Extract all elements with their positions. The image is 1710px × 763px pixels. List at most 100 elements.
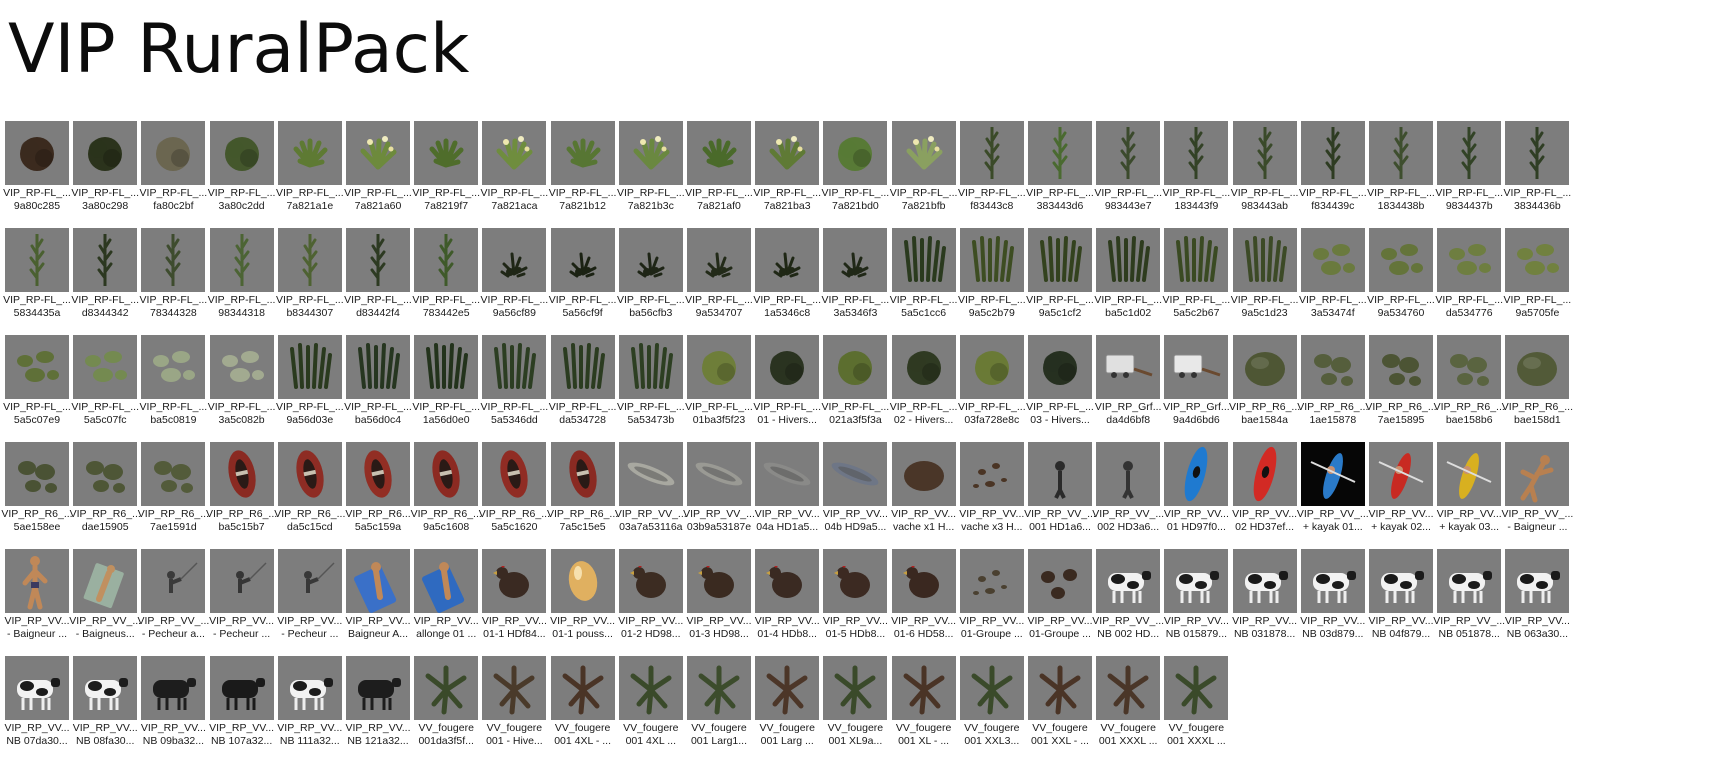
file-item[interactable]: VV_fougere 001 XL - ... (887, 656, 961, 760)
file-item[interactable]: VIP_RP_VV... 01-6 HD58... (887, 549, 961, 653)
file-item[interactable]: VV_fougere 001 XL9a... (818, 656, 892, 760)
file-item[interactable]: VIP_RP-FL_... 7a821a60 (341, 121, 415, 225)
file-item[interactable]: VIP_RP_VV... vache x1 H... (887, 442, 961, 546)
file-item[interactable]: VIP_RP_VV... NB 04f879... (1364, 549, 1438, 653)
file-item[interactable]: VIP_RP_VV... NB 08fa30... (68, 656, 142, 760)
file-item[interactable]: VIP_RP-FL_... 9a534760 (1364, 228, 1438, 332)
file-item[interactable]: VV_fougere 001 4XL ... (614, 656, 688, 760)
file-item[interactable]: VIP_RP_Grf... da4d6bf8 (1091, 335, 1165, 439)
file-item[interactable]: VIP_RP-FL_... ba56cfb3 (614, 228, 688, 332)
file-item[interactable]: VV_fougere 001 XXXL ... (1159, 656, 1233, 760)
file-item[interactable]: VIP_RP-FL_... 7a821bfb (887, 121, 961, 225)
file-item[interactable]: VIP_RP-FL_... b8344307 (273, 228, 347, 332)
file-item[interactable]: VIP_RP_VV... Baigneur A... (341, 549, 415, 653)
file-item[interactable]: VIP_RP_VV_... NB 002 HD... (1091, 549, 1165, 653)
file-item[interactable]: VIP_RP_VV... NB 07da30... (0, 656, 74, 760)
file-item[interactable]: VIP_RP-FL_... 7a821b3c (614, 121, 688, 225)
file-item[interactable]: VIP_RP-FL_... 383443d6 (1023, 121, 1097, 225)
file-item[interactable]: VIP_RP_VV_... 03b9a53187e (682, 442, 756, 546)
file-item[interactable]: VIP_RP-FL_... 021a3f5f3a (818, 335, 892, 439)
file-item[interactable]: VIP_RP-FL_... 783442e5 (409, 228, 483, 332)
file-item[interactable]: VIP_RP_VV... 04a HD1a5... (750, 442, 824, 546)
file-item[interactable]: VIP_RP_R6_... 5ae158ee (0, 442, 74, 546)
file-item[interactable]: VIP_RP-FL_... ba5c0819 (136, 335, 210, 439)
file-item[interactable]: VIP_RP_R6_... da5c15cd (273, 442, 347, 546)
file-item[interactable]: VIP_RP-FL_... 9a5c1d23 (1228, 228, 1302, 332)
file-item[interactable]: VIP_RP-FL_... f834439c (1296, 121, 1370, 225)
file-item[interactable]: VIP_RP_VV... NB 121a32... (341, 656, 415, 760)
file-item[interactable]: VIP_RP_VV... NB 015879... (1159, 549, 1233, 653)
file-item[interactable]: VIP_RP_VV... 01 HD97f0... (1159, 442, 1233, 546)
file-item[interactable]: VIP_RP_VV... 01-1 HDf84... (477, 549, 551, 653)
file-item[interactable]: VIP_RP_R6_... 1ae15878 (1296, 335, 1370, 439)
file-item[interactable]: VIP_RP_VV... 04b HD9a5... (818, 442, 892, 546)
file-item[interactable]: VIP_RP_VV_... + kayak 01... (1296, 442, 1370, 546)
file-item[interactable]: VV_fougere 001 Larg ... (750, 656, 824, 760)
file-item[interactable]: VIP_RP-FL_... 3a80c2dd (205, 121, 279, 225)
file-item[interactable]: VIP_RP-FL_... 183443f9 (1159, 121, 1233, 225)
file-item[interactable]: VIP_RP-FL_... 03fa728e8c (955, 335, 1029, 439)
file-item[interactable]: VIP_RP_R6_... 5a5c1620 (477, 442, 551, 546)
file-item[interactable]: VIP_RP-FL_... 78344328 (136, 228, 210, 332)
file-item[interactable]: VIP_RP-FL_... 5a5346dd (477, 335, 551, 439)
file-item[interactable]: VIP_RP_VV... vache x3 H... (955, 442, 1029, 546)
file-item[interactable]: VIP_RP_VV... + kayak 02... (1364, 442, 1438, 546)
file-item[interactable]: VIP_RP-FL_... d8344342 (68, 228, 142, 332)
file-item[interactable]: VIP_RP_VV... + kayak 03... (1432, 442, 1506, 546)
file-item[interactable]: VIP_RP_VV_... NB 051878... (1432, 549, 1506, 653)
file-item[interactable]: VIP_RP_VV... - Pecheur ... (205, 549, 279, 653)
file-item[interactable]: VIP_RP_R6_... bae158b6 (1432, 335, 1506, 439)
file-item[interactable]: VV_fougere 001 XXXL ... (1091, 656, 1165, 760)
file-item[interactable]: VIP_RP-FL_... ba5c1d02 (1091, 228, 1165, 332)
file-item[interactable]: VIP_RP-FL_... 5a5c07fc (68, 335, 142, 439)
file-item[interactable]: VIP_RP-FL_... 1a5346c8 (750, 228, 824, 332)
file-item[interactable]: VIP_RP-FL_... 9a56d03e (273, 335, 347, 439)
file-item[interactable]: VIP_RP-FL_... 01ba3f5f23 (682, 335, 756, 439)
file-item[interactable]: VIP_RP-FL_... 9a5c1cf2 (1023, 228, 1097, 332)
file-item[interactable]: VIP_RP-FL_... 3a5346f3 (818, 228, 892, 332)
file-item[interactable]: VV_fougere 001 4XL - ... (546, 656, 620, 760)
file-item[interactable]: VIP_RP-FL_... 9a5c2b79 (955, 228, 1029, 332)
file-item[interactable]: VIP_RP_VV... allonge 01 ... (409, 549, 483, 653)
file-item[interactable]: VIP_RP-FL_... 7a821ba3 (750, 121, 824, 225)
file-item[interactable]: VIP_RP-FL_... 7a821bd0 (818, 121, 892, 225)
file-item[interactable]: VIP_RP-FL_... 5a5c07e9 (0, 335, 74, 439)
file-item[interactable]: VIP_RP-FL_... 98344318 (205, 228, 279, 332)
file-item[interactable]: VIP_RP_R6_... 7ae1591d (136, 442, 210, 546)
file-item[interactable]: VIP_RP-FL_... da534728 (546, 335, 620, 439)
file-item[interactable]: VIP_RP-FL_... 3a80c298 (68, 121, 142, 225)
file-item[interactable]: VIP_RP-FL_... 5a5c1cc6 (887, 228, 961, 332)
file-item[interactable]: VIP_RP_VV... - Pecheur ... (273, 549, 347, 653)
file-item[interactable]: VIP_RP_R6_... 7ae15895 (1364, 335, 1438, 439)
file-item[interactable]: VIP_RP_VV_... - Pecheur a... (136, 549, 210, 653)
file-item[interactable]: VV_fougere 001da3f5f... (409, 656, 483, 760)
file-item[interactable]: VIP_RP_Grf... 9a4d6bd6 (1159, 335, 1233, 439)
file-item[interactable]: VIP_RP_VV... 01-1 pouss... (546, 549, 620, 653)
file-item[interactable]: VIP_RP_VV_... - Baigneus... (68, 549, 142, 653)
file-item[interactable]: VIP_RP-FL_... fa80c2bf (136, 121, 210, 225)
file-item[interactable]: VIP_RP_VV... NB 09ba32... (136, 656, 210, 760)
file-item[interactable]: VIP_RP_R6_... 7a5c15e5 (546, 442, 620, 546)
file-item[interactable]: VV_fougere 001 Larg1... (682, 656, 756, 760)
file-item[interactable]: VIP_RP_VV... NB 031878... (1228, 549, 1302, 653)
file-item[interactable]: VIP_RP_R6_... 9a5c1608 (409, 442, 483, 546)
file-item[interactable]: VIP_RP-FL_... 03 - Hivers... (1023, 335, 1097, 439)
file-item[interactable]: VV_fougere 001 - Hive... (477, 656, 551, 760)
file-item[interactable]: VIP_RP_VV... 01-2 HD98... (614, 549, 688, 653)
file-item[interactable]: VIP_RP-FL_... 7a821af0 (682, 121, 756, 225)
file-item[interactable]: VV_fougere 001 XXL3... (955, 656, 1029, 760)
file-item[interactable]: VIP_RP_VV... 02 HD37ef... (1228, 442, 1302, 546)
file-item[interactable]: VIP_RP_R6_... bae158d1 (1500, 335, 1574, 439)
file-item[interactable]: VIP_RP_VV_... 03a7a53116a (614, 442, 688, 546)
file-item[interactable]: VIP_RP-FL_... 3834436b (1500, 121, 1574, 225)
file-item[interactable]: VIP_RP-FL_... 7a821a1e (273, 121, 347, 225)
file-item[interactable]: VIP_RP_R6_... dae15905 (68, 442, 142, 546)
file-item[interactable]: VIP_RP-FL_... 1834438b (1364, 121, 1438, 225)
file-item[interactable]: VIP_RP_VV... 01-3 HD98... (682, 549, 756, 653)
file-item[interactable]: VIP_RP-FL_... 3a5c082b (205, 335, 279, 439)
file-item[interactable]: VIP_RP-FL_... 5a56cf9f (546, 228, 620, 332)
file-item[interactable]: VIP_RP_VV... 01-4 HDb8... (750, 549, 824, 653)
file-item[interactable]: VIP_RP-FL_... 9a80c285 (0, 121, 74, 225)
file-item[interactable]: VIP_RP_R6_... bae1584a (1228, 335, 1302, 439)
file-item[interactable]: VIP_RP-FL_... 7a821aca (477, 121, 551, 225)
